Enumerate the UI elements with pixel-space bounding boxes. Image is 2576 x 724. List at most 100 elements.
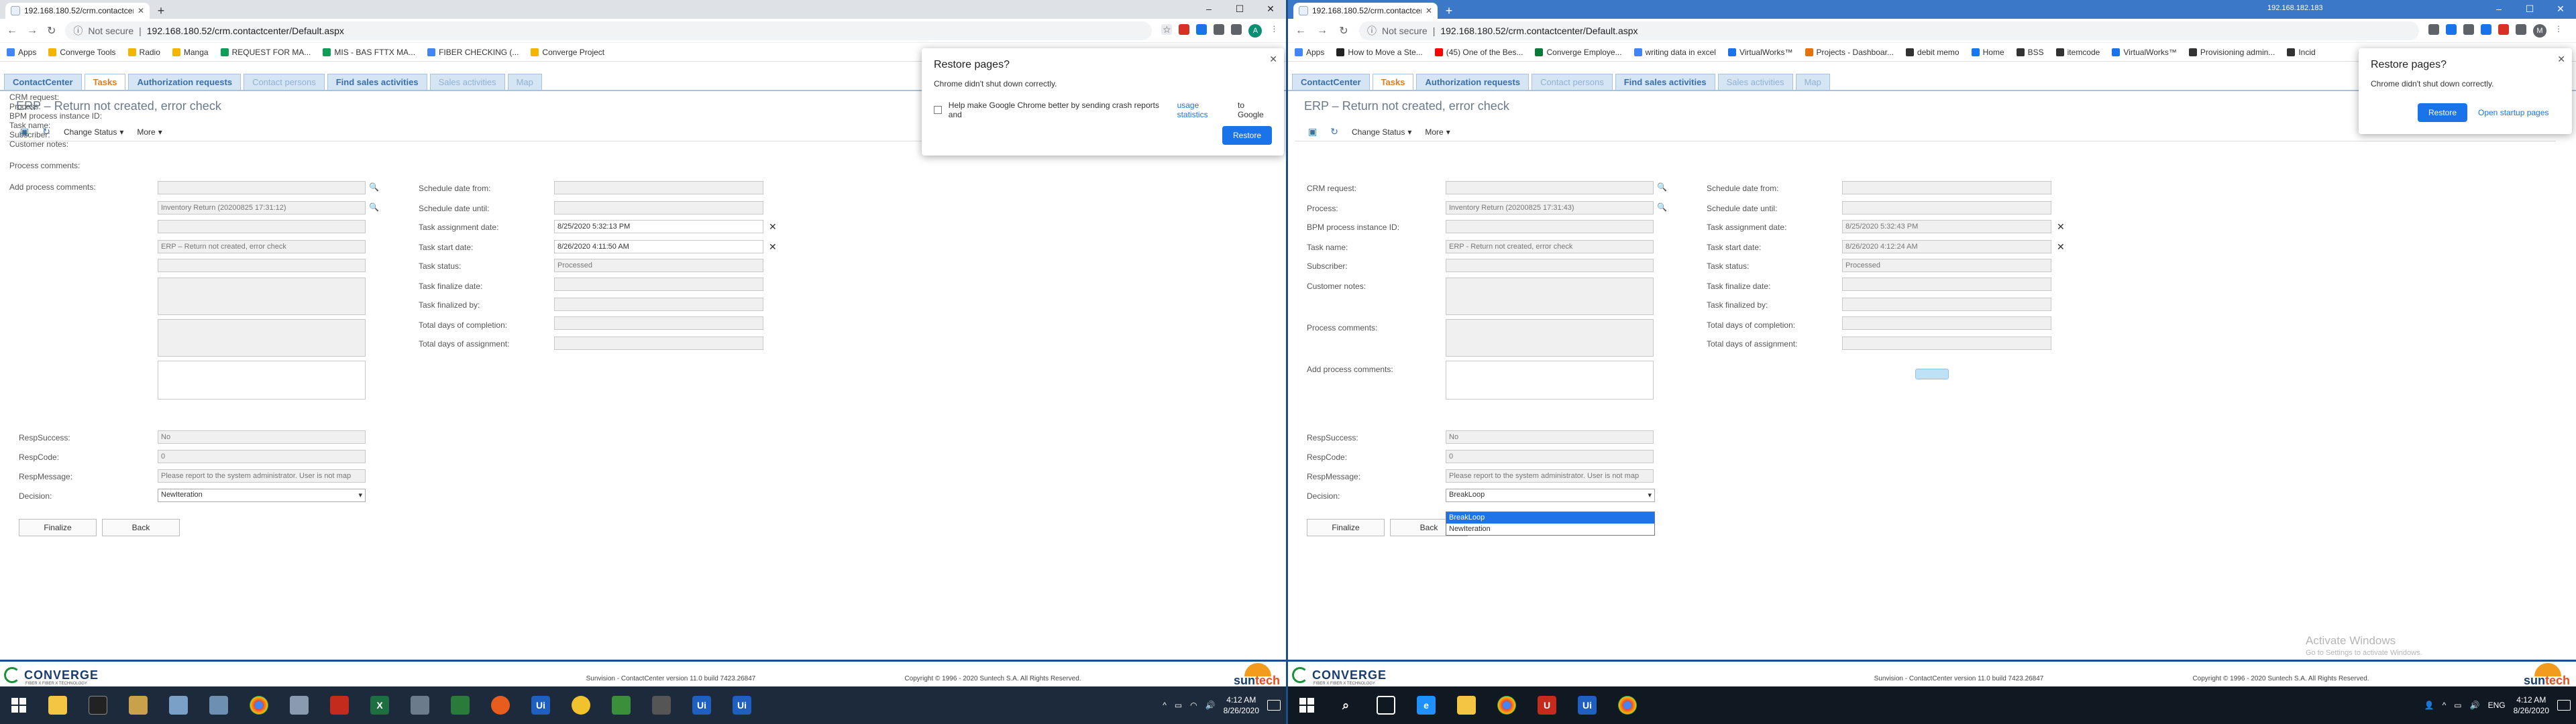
start-button[interactable] [1291,689,1323,721]
taskbar-app[interactable] [443,689,478,721]
profile-avatar[interactable]: M [2533,23,2546,38]
customer-notes-field[interactable] [158,278,366,315]
bookmark-item[interactable]: VirtualWorks™ [1727,48,1793,57]
resp-code-field[interactable]: 0 [158,450,366,463]
tab-authorization-requests[interactable]: Authorization requests [1416,74,1529,90]
task-finalize-date-field[interactable] [554,278,763,291]
taskbar-app[interactable] [644,689,679,721]
tab-contactcenter[interactable]: ContactCenter [1292,74,1370,90]
extension-grey-icon[interactable] [1231,23,1242,35]
refresh-icon[interactable]: ↻ [1330,126,1338,137]
back-arrow-icon[interactable]: ← [1295,25,1307,37]
taskbar-app[interactable] [1489,689,1524,721]
schedule-until-field[interactable] [1842,201,2051,215]
bookmark-item[interactable]: Converge Employe... [1535,48,1622,57]
forward-arrow-icon[interactable]: → [27,25,38,37]
taskbar-app[interactable]: Ui [724,689,759,721]
decision-option[interactable]: BreakLoop [1446,512,1654,524]
clear-icon[interactable]: ✕ [2057,241,2065,253]
taskbar-app[interactable] [322,689,357,721]
tab-find-sales-activities[interactable]: Find sales activities [1615,74,1715,90]
language-icon[interactable]: ENG [2488,701,2506,710]
crash-report-checkbox[interactable] [934,106,942,114]
new-tab-icon[interactable]: + [1442,5,1456,18]
task-name-field[interactable]: ERP – Return not created, error check [158,240,366,253]
close-window-icon[interactable]: ✕ [1255,0,1286,19]
resp-message-field[interactable]: Please report to the system administrato… [158,469,366,483]
battery-icon[interactable]: ▭ [1175,701,1182,710]
taskbar-app[interactable] [40,689,75,721]
bpm-id-field[interactable] [158,220,366,233]
extension-red-icon[interactable] [2498,23,2509,35]
change-status-menu[interactable]: Change Status ▾ [64,127,123,137]
bookmark-item[interactable]: (45) One of the Bes... [1434,48,1523,57]
finalize-button[interactable]: Finalize [1307,519,1385,536]
total-days-assignment-field[interactable] [554,337,763,350]
bookmark-item[interactable]: REQUEST FOR MA... [220,48,311,57]
tab-authorization-requests[interactable]: Authorization requests [128,74,241,90]
tab-contact-persons[interactable]: Contact persons [1532,74,1613,90]
notification-icon[interactable] [1267,700,1281,711]
taskbar-clock[interactable]: 4:12 AM 8/26/2020 [1224,695,1259,716]
start-button[interactable] [3,689,35,721]
close-icon[interactable]: ✕ [1269,54,1277,65]
task-status-field[interactable]: Processed [554,259,763,272]
taskbar-app[interactable]: X [362,689,397,721]
taskbar-app[interactable]: Ui [523,689,558,721]
bookmark-item[interactable]: BSS [2016,48,2044,57]
decision-select[interactable]: BreakLoop ▾ [1446,489,1655,502]
task-finalized-by-field[interactable] [1842,298,2051,311]
search-icon[interactable]: 🔍 [1657,202,1667,212]
bookmark-item[interactable]: itemcode [2055,48,2100,57]
taskbar-app[interactable]: Ui [684,689,719,721]
chevron-up-icon[interactable]: ^ [1163,701,1167,710]
people-icon[interactable]: 👤 [2424,701,2434,710]
kebab-menu-icon[interactable]: ⋮ [2553,24,2564,35]
forward-arrow-icon[interactable]: → [1316,25,1328,37]
process-field[interactable]: Inventory Return (20200825 17:31:43) [1446,201,1654,215]
more-menu[interactable]: More ▾ [137,127,162,137]
bookmark-item[interactable]: Apps [1295,48,1324,57]
reload-icon[interactable]: ↻ [47,24,56,38]
schedule-from-field[interactable] [554,181,763,194]
extension-shield-icon[interactable] [1179,23,1190,35]
taskbar-app[interactable] [80,689,115,721]
process-comments-field[interactable] [158,319,366,357]
decision-option[interactable]: NewIteration [1446,524,1654,535]
task-status-field[interactable]: Processed [1842,259,2051,272]
tab-map[interactable]: Map [507,74,542,90]
schedule-until-field[interactable] [554,201,763,215]
add-process-comments-field[interactable] [1446,361,1654,400]
schedule-from-field[interactable] [1842,181,2051,194]
bookmark-item[interactable]: MIS - BAS FTTX MA... [323,48,415,57]
maximize-icon[interactable]: ☐ [1224,0,1255,19]
search-icon[interactable]: 🔍 [1657,182,1667,192]
restore-button[interactable]: Restore [2418,103,2467,122]
bookmark-item[interactable]: debit memo [1905,48,1960,57]
process-comments-field[interactable] [1446,319,1654,357]
star-icon[interactable]: ☆ [1161,23,1173,35]
usage-statistics-link[interactable]: usage statistics [1177,101,1231,119]
bookmark-item[interactable]: FIBER CHECKING (... [427,48,519,57]
task-start-date-field[interactable]: 8/26/2020 4:11:50 AM [554,240,763,253]
resp-success-field[interactable]: No [158,430,366,444]
search-icon[interactable]: 🔍 [369,202,379,212]
network-icon[interactable]: ▭ [2454,701,2461,710]
extension-blue-icon[interactable] [1196,23,1208,35]
taskbar-app[interactable] [1610,689,1645,721]
restore-button[interactable]: Restore [1222,126,1272,145]
tab-find-sales-activities[interactable]: Find sales activities [327,74,427,90]
open-startup-pages-link[interactable]: Open startup pages [2478,103,2548,122]
bookmark-item[interactable]: Radio [127,48,160,57]
task-assignment-date-field[interactable]: 8/25/2020 5:32:13 PM [554,220,763,233]
save-icon[interactable]: ▣ [1308,126,1317,137]
notification-icon[interactable] [2557,700,2571,711]
total-days-completion-field[interactable] [1842,316,2051,330]
volume-icon[interactable]: 🔊 [1205,701,1216,710]
back-arrow-icon[interactable]: ← [7,25,17,37]
clear-icon[interactable]: ✕ [769,241,777,253]
tab-contact-persons[interactable]: Contact persons [244,74,325,90]
change-status-menu[interactable]: Change Status ▾ [1352,127,1411,137]
bookmark-item[interactable]: VirtualWorks™ [2112,48,2177,57]
customer-notes-field[interactable] [1446,278,1654,315]
